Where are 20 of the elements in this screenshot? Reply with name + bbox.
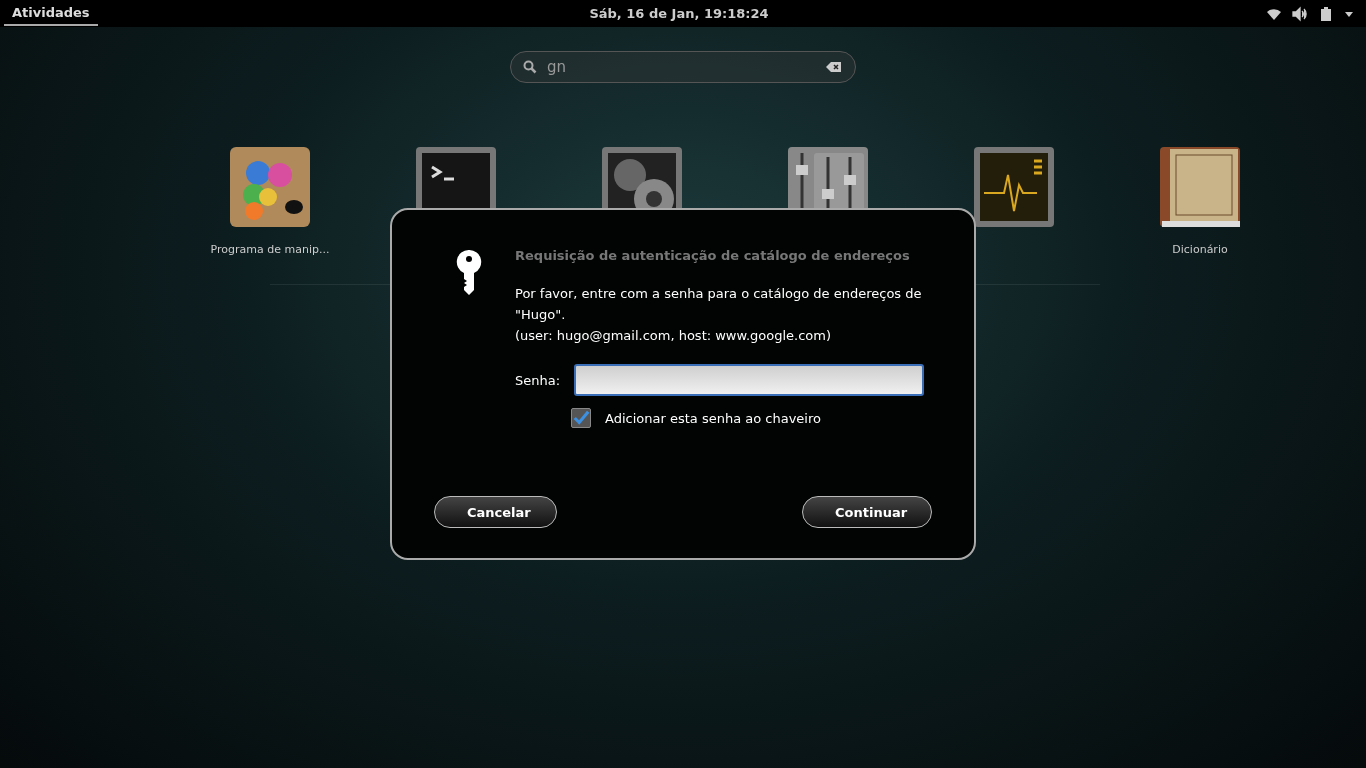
app-icon[interactable] [1158, 145, 1242, 229]
app-icon[interactable] [228, 145, 312, 229]
dialog-button[interactable]: Cancelar [434, 496, 557, 528]
password-field[interactable] [574, 364, 925, 396]
dialog-title: Requisição de autenticação de catálogo de endereços [515, 248, 911, 263]
dialog-button[interactable]: Continuar [802, 496, 932, 528]
app-label[interactable]: Programa de manip... [210, 243, 330, 256]
battery-icon[interactable] [1318, 5, 1334, 22]
app-icon[interactable] [972, 145, 1056, 229]
dialog-message: Por favor, entre com a senha para o catálogo de endereços de "Hugo". [515, 285, 923, 324]
search-icon [523, 60, 537, 74]
activities-button[interactable]: Atividades [4, 1, 98, 26]
dialog-details: (user: hugo@gmail.com, host: www.google.com) [515, 327, 833, 345]
clock[interactable]: Sáb, 16 de Jan, 19:18:24 [589, 6, 769, 21]
checkbox-label[interactable]: Adicionar esta senha ao chaveiro [605, 410, 821, 426]
clear-icon[interactable] [826, 61, 842, 73]
app-label[interactable]: Dicionário [1172, 243, 1228, 256]
password-label: Senha: [515, 372, 561, 388]
checkbox[interactable] [571, 408, 591, 428]
volume-icon[interactable] [1292, 5, 1308, 22]
